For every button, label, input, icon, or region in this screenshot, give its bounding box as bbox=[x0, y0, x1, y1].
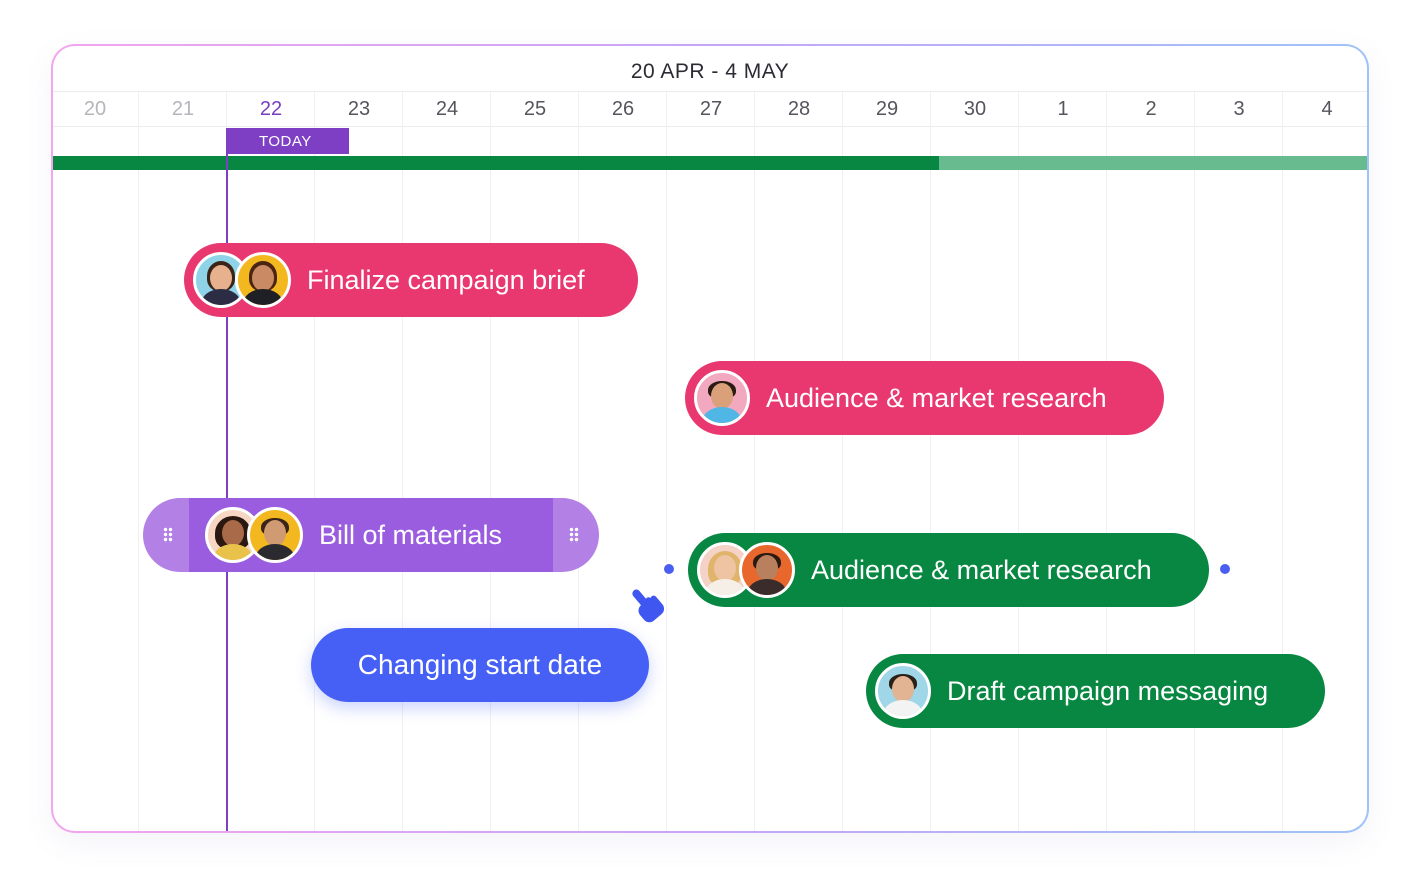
avatar[interactable] bbox=[694, 370, 750, 426]
day-label: 1 bbox=[1057, 98, 1069, 120]
assignee-avatars bbox=[875, 663, 931, 719]
day-label: 20 bbox=[83, 98, 107, 120]
task-label: Finalize campaign brief bbox=[307, 264, 585, 295]
assignee-avatars bbox=[694, 370, 750, 426]
avatar[interactable] bbox=[247, 507, 303, 563]
gantt-timeline: 20 APR - 4 MAY 20 21 22 23 24 25 26 27 2… bbox=[53, 46, 1367, 831]
day-label: 21 bbox=[171, 98, 195, 120]
column-divider bbox=[754, 92, 755, 831]
day-label: 3 bbox=[1233, 98, 1245, 120]
day-label-today: 22 bbox=[259, 98, 283, 120]
column-divider bbox=[842, 92, 843, 831]
drag-grip-icon[interactable] bbox=[163, 527, 173, 543]
task-bar-core[interactable]: Bill of materials bbox=[189, 498, 553, 572]
assignee-avatars bbox=[205, 507, 303, 563]
column-divider bbox=[490, 92, 491, 831]
task-bar-finalize-campaign-brief[interactable]: Finalize campaign brief bbox=[184, 243, 638, 317]
day-label: 29 bbox=[875, 98, 899, 120]
day-label: 2 bbox=[1145, 98, 1157, 120]
day-label: 25 bbox=[523, 98, 547, 120]
day-label: 27 bbox=[699, 98, 723, 120]
timeline-progress-bar bbox=[53, 156, 1367, 170]
column-divider bbox=[578, 92, 579, 831]
column-divider bbox=[314, 92, 315, 831]
dependency-handle-left[interactable] bbox=[662, 562, 676, 576]
task-label: Audience & market research bbox=[766, 382, 1107, 413]
avatar[interactable] bbox=[875, 663, 931, 719]
day-label: 26 bbox=[611, 98, 635, 120]
task-label: Bill of materials bbox=[319, 519, 503, 550]
task-label: Draft campaign messaging bbox=[947, 675, 1269, 706]
day-label: 23 bbox=[347, 98, 371, 120]
avatar[interactable] bbox=[235, 252, 291, 308]
pointing-hand-icon bbox=[632, 589, 665, 623]
today-line bbox=[226, 128, 228, 831]
assignee-avatars bbox=[193, 252, 291, 308]
task-bar-draft-campaign-messaging[interactable]: Draft campaign messaging bbox=[866, 654, 1325, 728]
avatar[interactable] bbox=[739, 542, 795, 598]
day-label: 30 bbox=[963, 98, 987, 120]
column-divider bbox=[666, 92, 667, 831]
task-bar-audience-market-research[interactable]: Audience & market research bbox=[685, 361, 1164, 435]
day-row-divider bbox=[53, 126, 1367, 127]
day-label: 24 bbox=[435, 98, 459, 120]
date-range-title: 20 APR - 4 MAY bbox=[630, 60, 790, 83]
header-divider bbox=[53, 91, 1367, 92]
task-bar-audience-market-research-green[interactable]: Audience & market research bbox=[688, 533, 1209, 607]
drag-grip-icon[interactable] bbox=[569, 527, 579, 543]
gantt-frame: 20 APR - 4 MAY 20 21 22 23 24 25 26 27 2… bbox=[51, 44, 1369, 833]
timeline-progress-fill bbox=[53, 156, 939, 170]
column-divider bbox=[402, 92, 403, 831]
today-badge: TODAY bbox=[226, 128, 349, 154]
task-bar-bill-of-materials[interactable]: Bill of materials bbox=[143, 498, 599, 572]
day-label: 28 bbox=[787, 98, 811, 120]
changing-start-date-tooltip: Changing start date bbox=[311, 628, 649, 702]
assignee-avatars bbox=[697, 542, 795, 598]
column-divider bbox=[138, 92, 139, 831]
day-label: 4 bbox=[1321, 98, 1333, 120]
task-label: Audience & market research bbox=[811, 554, 1152, 585]
dependency-handle-right[interactable] bbox=[1218, 562, 1232, 576]
